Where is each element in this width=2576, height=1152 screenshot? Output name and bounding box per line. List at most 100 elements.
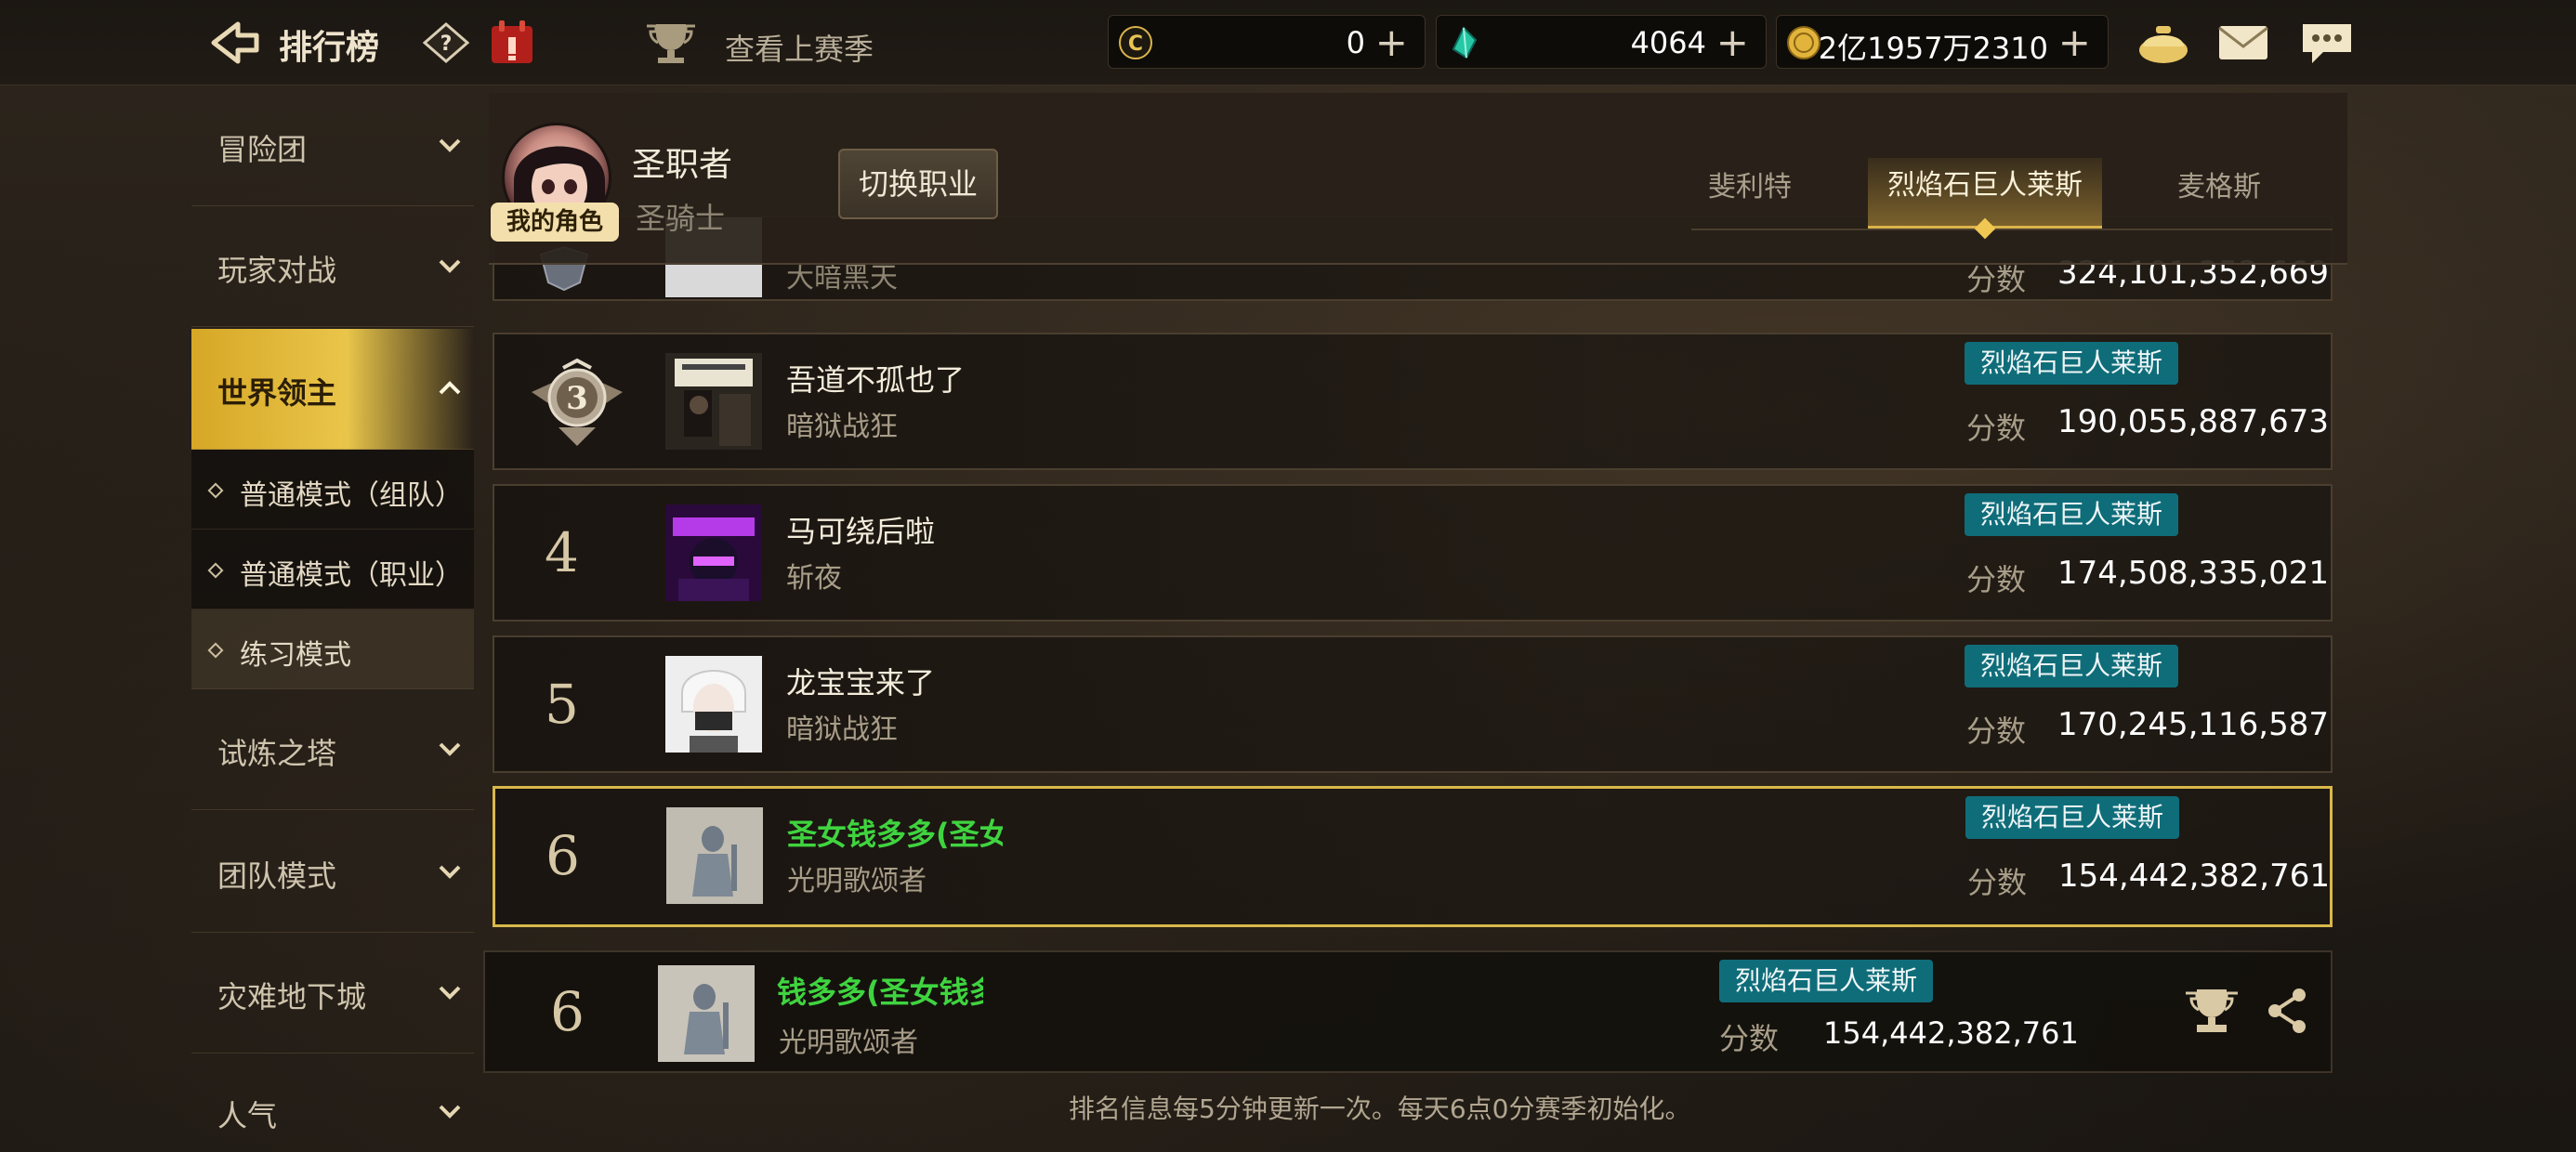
crystal-icon [1452, 26, 1478, 59]
server-badge: 烈焰石巨人莱斯 [1965, 342, 2178, 385]
server-badge: 烈焰石巨人莱斯 [1719, 960, 1933, 1002]
diamond-bullet-icon [207, 482, 224, 499]
svg-text:?: ? [440, 33, 453, 56]
sidebar-item-popularity[interactable]: 人气 [191, 1055, 474, 1152]
calendar-icon[interactable] [488, 19, 536, 67]
currency-c-coin: C 0 + [1108, 15, 1426, 69]
sidebar-item-pvp[interactable]: 玩家对战 [191, 206, 474, 327]
score-label: 分数 [1966, 562, 2027, 597]
back-arrow-icon[interactable] [206, 19, 262, 67]
currency-value: 4064 [1630, 25, 1706, 60]
sidebar-item-world-boss[interactable]: 世界领主 [191, 329, 474, 450]
trophy-icon[interactable] [643, 20, 699, 67]
server-badge: 烈焰石巨人莱斯 [1965, 493, 2178, 536]
mail-icon[interactable] [2215, 19, 2271, 67]
character-name: 圣职者 [632, 146, 733, 184]
rank-number: 4 [545, 521, 579, 584]
tab-server-feilite[interactable]: 斐利特 [1708, 164, 1792, 204]
share-icon[interactable] [2264, 986, 2310, 1036]
rank-number: 5 [545, 673, 579, 736]
medal-rank-number: 3 [566, 380, 588, 417]
player-class: 光明歌颂者 [779, 1027, 918, 1059]
sidebar-item-label: 试炼之塔 [217, 736, 337, 771]
player-name: 龙宝宝来了 [786, 665, 936, 700]
update-info-note: 排名信息每5分钟更新一次。每天6点0分赛季初始化。 [1069, 1093, 1691, 1124]
player-portrait [666, 807, 763, 904]
player-portrait [665, 504, 762, 601]
chevron-down-icon [439, 259, 461, 273]
score-value: 190,055,887,673 [2057, 403, 2330, 440]
currency-value: 2亿1957万2310 [1818, 31, 2048, 66]
sidebar-item-trial-tower[interactable]: 试炼之塔 [191, 689, 474, 810]
switch-class-button[interactable]: 切换职业 [838, 149, 998, 219]
tab-server-maigesi[interactable]: 麦格斯 [2177, 164, 2261, 204]
add-currency-button[interactable]: + [2058, 20, 2091, 65]
sidebar-subitem-label: 练习模式 [240, 639, 351, 672]
treasure-pot-icon[interactable] [2136, 19, 2191, 67]
gold-coin-icon [1787, 26, 1820, 59]
trophy-icon[interactable] [2182, 986, 2241, 1038]
currency-crystal: 4064 + [1436, 15, 1767, 69]
player-name: 马可绕后啦 [786, 514, 936, 549]
score-label: 分数 [1719, 1021, 1780, 1056]
chevron-down-icon [439, 986, 461, 1000]
sidebar-item-label: 灾难地下城 [217, 979, 367, 1015]
chevron-down-icon [439, 742, 461, 756]
sidebar-subitem-label: 普通模式（组队） [240, 479, 463, 512]
sidebar-subitem-label: 普通模式（职业） [240, 559, 463, 592]
score-label: 分数 [1966, 411, 2027, 446]
player-portrait [665, 353, 762, 450]
sidebar-item-label: 世界领主 [217, 375, 337, 411]
sidebar-subitem-practice[interactable]: 练习模式 [191, 609, 474, 689]
ranking-row[interactable]: 4 马可绕后啦 斩夜 烈焰石巨人莱斯 分数 174,508,335,021 [493, 484, 2333, 622]
currency-value: 0 [1346, 25, 1365, 60]
ranking-row-self[interactable]: 6 圣女钱多多(圣女 光明歌颂者 烈焰石巨人莱斯 分数 154,442,382,… [493, 786, 2333, 927]
add-currency-button[interactable]: + [1375, 20, 1408, 65]
sidebar-item-disaster-dungeon[interactable]: 灾难地下城 [191, 933, 474, 1054]
ranking-row[interactable]: 3 吾道不孤也了 暗狱战狂 烈焰石巨人莱斯 分数 190,055,887,673 [493, 333, 2333, 470]
sidebar-item-label: 人气 [217, 1098, 278, 1133]
score-value: 154,442,382,761 [2058, 857, 2331, 895]
add-currency-button[interactable]: + [1716, 20, 1749, 65]
player-name: 钱多多(圣女钱多多 [777, 975, 983, 1010]
sidebar-subitem-normal-class[interactable]: 普通模式（职业） [191, 530, 474, 609]
sidebar-item-label: 团队模式 [217, 858, 337, 894]
player-name: 圣女钱多多(圣女 [787, 817, 1003, 852]
my-ranking-row[interactable]: 6 钱多多(圣女钱多多 光明歌颂者 烈焰石巨人莱斯 分数 154,442,382… [483, 950, 2333, 1073]
c-coin-icon: C [1119, 26, 1152, 59]
sidebar: 冒险团 玩家对战 世界领主 普通模式（组队） 普通模式（职业） 练习模式 试炼之… [191, 85, 480, 1152]
server-badge: 烈焰石巨人莱斯 [1965, 796, 2179, 839]
svg-text:C: C [1128, 33, 1143, 56]
player-class: 斩夜 [786, 562, 842, 595]
chevron-down-icon [439, 1105, 461, 1119]
currency-gold: 2亿1957万2310 + [1776, 15, 2109, 69]
my-character-badge: 我的角色 [491, 203, 619, 242]
diamond-bullet-icon [207, 642, 224, 659]
diamond-bullet-icon [207, 562, 224, 579]
bronze-medal-icon: 3 [532, 358, 623, 446]
score-label: 分数 [1966, 713, 2027, 749]
chevron-down-icon [439, 138, 461, 152]
score-value: 154,442,382,761 [1823, 1015, 2079, 1051]
score-label: 分数 [1967, 865, 2028, 900]
chevron-down-icon [439, 865, 461, 879]
sidebar-item-team-mode[interactable]: 团队模式 [191, 812, 474, 933]
player-class: 暗狱战狂 [786, 713, 898, 746]
player-class: 暗狱战狂 [786, 411, 898, 443]
chevron-up-icon [439, 381, 461, 395]
sidebar-item-label: 冒险团 [217, 132, 308, 167]
sidebar-item-adventure-team[interactable]: 冒险团 [191, 85, 474, 206]
tab-divider [1691, 229, 2333, 230]
chat-icon[interactable] [2299, 19, 2355, 67]
sidebar-subitem-normal-team[interactable]: 普通模式（组队） [191, 450, 474, 530]
last-season-link[interactable]: 查看上赛季 [725, 26, 874, 69]
help-icon[interactable]: ? [423, 22, 469, 63]
score-value: 174,508,335,021 [2057, 555, 2330, 592]
ranking-row[interactable]: 5 龙宝宝来了 暗狱战狂 烈焰石巨人莱斯 分数 170,245,116,587 [493, 635, 2333, 773]
player-class: 光明歌颂者 [787, 865, 927, 897]
page-title: 排行榜 [279, 29, 380, 67]
sidebar-item-label: 玩家对战 [217, 253, 337, 288]
player-portrait [665, 656, 762, 753]
score-value: 170,245,116,587 [2057, 706, 2330, 743]
character-class: 圣骑士 [636, 201, 726, 236]
